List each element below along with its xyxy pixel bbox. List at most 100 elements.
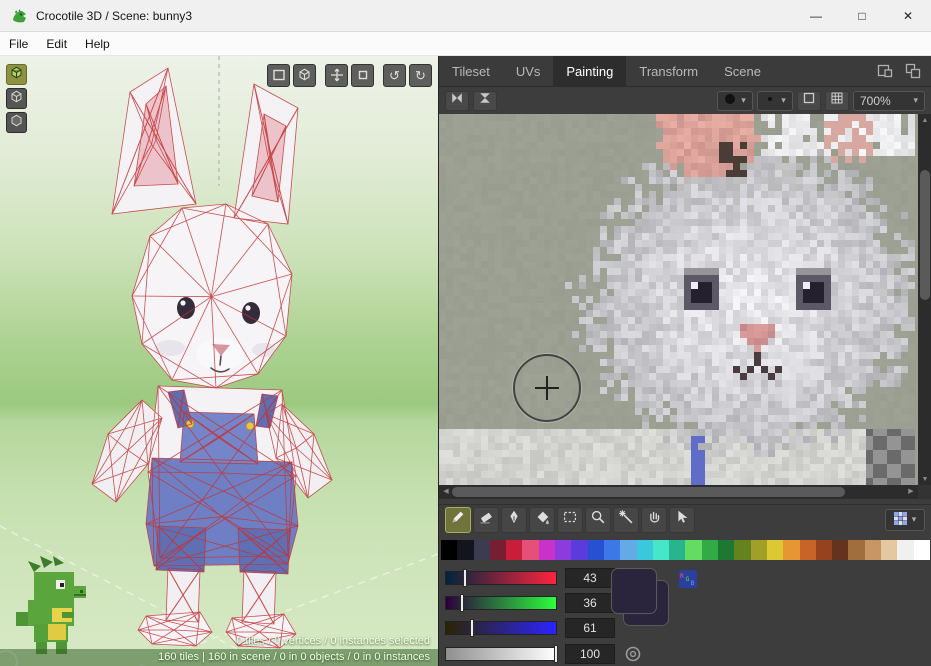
palette-swatch[interactable] — [441, 540, 457, 560]
palette-swatch[interactable] — [653, 540, 669, 560]
palette-swatch[interactable] — [555, 540, 571, 560]
channel-b-slider[interactable] — [445, 621, 557, 635]
opacity-value[interactable]: 100 — [565, 644, 615, 664]
frame-button[interactable] — [351, 64, 374, 87]
brush-shape-dropdown[interactable]: ▾ — [717, 91, 753, 111]
maximize-button[interactable]: □ — [839, 0, 885, 32]
horizontal-scrollbar[interactable]: ◀ ▶ — [439, 485, 918, 499]
scroll-up-button[interactable]: ▲ — [918, 114, 931, 126]
scroll-down-button[interactable]: ▼ — [918, 473, 931, 485]
palette-swatch[interactable] — [718, 540, 734, 560]
viewport-3d[interactable]: ↺ ↻ 0 tiles / 0 vertices / 0 instances s… — [0, 56, 438, 666]
channel-g-value[interactable]: 36 — [565, 593, 615, 613]
palette-swatch[interactable] — [522, 540, 538, 560]
palette-swatch[interactable] — [457, 540, 473, 560]
palette-grid-dropdown[interactable]: ▾ — [885, 509, 925, 531]
palette-swatch[interactable] — [539, 540, 555, 560]
tool-pen-button[interactable] — [501, 507, 527, 533]
tab-tileset[interactable]: Tileset — [439, 56, 503, 86]
color-mixer: 43 36 61 100 RGB — [439, 560, 931, 666]
palette-swatch[interactable] — [669, 540, 685, 560]
opacity-slider[interactable] — [445, 647, 557, 661]
tile-mode-button[interactable] — [6, 64, 27, 85]
palette-swatch[interactable] — [865, 540, 881, 560]
grid-toggle[interactable] — [825, 91, 849, 111]
status-counts: 160 tiles | 160 in scene / 0 in 0 object… — [0, 649, 438, 666]
primary-color-preview[interactable] — [611, 568, 657, 614]
channel-r-value[interactable]: 43 — [565, 568, 615, 588]
tab-painting[interactable]: Painting — [553, 56, 626, 86]
channel-r-handle[interactable] — [463, 569, 467, 587]
circle-picker-button[interactable] — [623, 644, 643, 664]
palette-swatch[interactable] — [848, 540, 864, 560]
tab-transform[interactable]: Transform — [626, 56, 711, 86]
palette-swatch[interactable] — [751, 540, 767, 560]
mirror-x-button[interactable] — [445, 91, 469, 111]
brush-size-dropdown[interactable]: ▾ — [757, 91, 793, 111]
app-logo-icon — [10, 7, 28, 25]
opacity-handle[interactable] — [554, 645, 558, 663]
palette-swatch[interactable] — [685, 540, 701, 560]
close-button[interactable]: ✕ — [885, 0, 931, 32]
float-panels-button[interactable] — [903, 61, 923, 81]
chevron-down-icon: ▾ — [741, 95, 746, 106]
palette-swatch[interactable] — [914, 540, 930, 560]
menu-file[interactable]: File — [0, 32, 37, 56]
rotate-cw-button[interactable]: ↻ — [409, 64, 432, 87]
object-mode-button[interactable] — [6, 112, 27, 133]
tool-pencil-button[interactable] — [445, 507, 471, 533]
menu-edit[interactable]: Edit — [37, 32, 76, 56]
tab-scene[interactable]: Scene — [711, 56, 774, 86]
pixel-outline-toggle[interactable] — [797, 91, 821, 111]
edit-mode-button[interactable] — [6, 88, 27, 109]
zoom-dropdown[interactable]: 700% ▾ — [853, 91, 925, 111]
tool-zoom-button[interactable] — [585, 507, 611, 533]
palette-swatch[interactable] — [637, 540, 653, 560]
rect-select-button[interactable] — [267, 64, 290, 87]
palette-swatch[interactable] — [506, 540, 522, 560]
menu-help[interactable]: Help — [76, 32, 119, 56]
vertical-scroll-thumb[interactable] — [920, 170, 930, 300]
channel-r-slider[interactable] — [445, 571, 557, 585]
tool-eraser-button[interactable] — [473, 507, 499, 533]
tab-uvs[interactable]: UVs — [503, 56, 554, 86]
palette-swatch[interactable] — [490, 540, 506, 560]
scroll-right-button[interactable]: ▶ — [904, 485, 918, 497]
cube-object-icon — [9, 113, 24, 133]
scroll-left-button[interactable]: ◀ — [439, 485, 453, 497]
dock-panel-button[interactable] — [875, 61, 895, 81]
paint-canvas[interactable] — [439, 114, 915, 485]
palette-swatch[interactable] — [588, 540, 604, 560]
transform-button[interactable] — [325, 64, 348, 87]
palette-swatch[interactable] — [620, 540, 636, 560]
palette-swatch[interactable] — [767, 540, 783, 560]
channel-b-handle[interactable] — [470, 619, 474, 637]
channel-g-slider[interactable] — [445, 596, 557, 610]
palette-swatch[interactable] — [832, 540, 848, 560]
palette-swatch[interactable] — [800, 540, 816, 560]
palette-swatch[interactable] — [816, 540, 832, 560]
square-outline-icon — [802, 91, 816, 110]
channel-b-value[interactable]: 61 — [565, 618, 615, 638]
tool-pan-button[interactable] — [641, 507, 667, 533]
rgb-mode-button[interactable]: RGB — [679, 570, 697, 588]
vertical-scrollbar[interactable]: ▲ ▼ — [918, 114, 931, 485]
palette-swatch[interactable] — [474, 540, 490, 560]
tool-wand-button[interactable] — [613, 507, 639, 533]
channel-g-handle[interactable] — [460, 594, 464, 612]
perspective-cube-button[interactable] — [293, 64, 316, 87]
tool-move-button[interactable] — [669, 507, 695, 533]
palette-swatch[interactable] — [734, 540, 750, 560]
mirror-y-button[interactable] — [473, 91, 497, 111]
minimize-button[interactable]: — — [793, 0, 839, 32]
palette-swatch[interactable] — [897, 540, 913, 560]
palette-swatch[interactable] — [604, 540, 620, 560]
horizontal-scroll-thumb[interactable] — [452, 487, 845, 497]
palette-swatch[interactable] — [783, 540, 799, 560]
tool-select-button[interactable] — [557, 507, 583, 533]
palette-swatch[interactable] — [702, 540, 718, 560]
palette-swatch[interactable] — [881, 540, 897, 560]
rotate-ccw-button[interactable]: ↺ — [383, 64, 406, 87]
tool-fill-button[interactable] — [529, 507, 555, 533]
palette-swatch[interactable] — [571, 540, 587, 560]
